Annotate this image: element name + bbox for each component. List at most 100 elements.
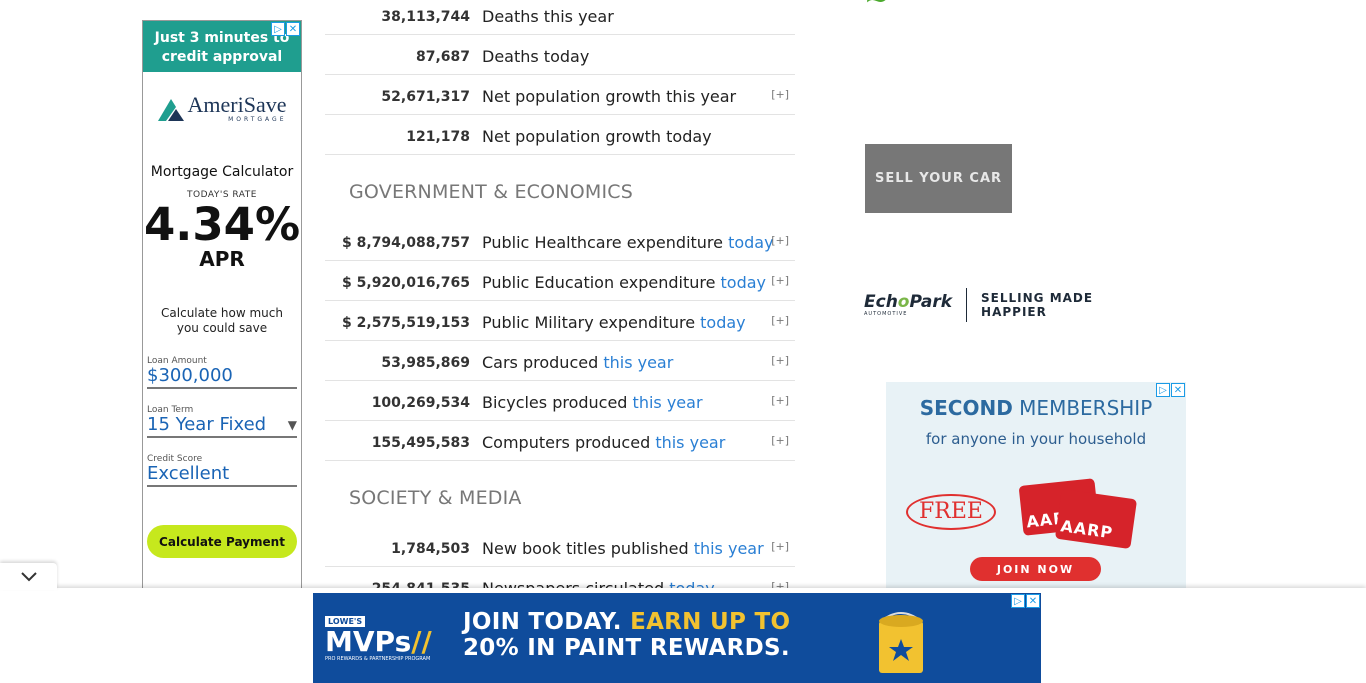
aarp-subheadline: for anyone in your household (925, 430, 1147, 448)
credit-score-value[interactable]: Excellent (147, 464, 229, 484)
counter-label: Deaths today (482, 47, 589, 66)
period-link[interactable]: today (700, 313, 746, 332)
counter-label: New book titles published this year (482, 539, 764, 558)
expand-button[interactable]: [+] (771, 434, 789, 447)
expand-button[interactable]: [+] (771, 88, 789, 101)
counter-label-text: Net population growth today (482, 127, 712, 146)
counter-value: 121,178 (406, 129, 470, 145)
period-link[interactable]: this year (655, 433, 725, 452)
loan-term-value[interactable]: 15 Year Fixed (147, 415, 266, 435)
counter-label-text: Public Healthcare expenditure (482, 233, 729, 252)
ad-text-fragment: ~ (864, 0, 889, 17)
counter-label: Net population growth today (482, 127, 712, 146)
counter-label-text: Net population growth this year (482, 87, 737, 106)
expand-button[interactable]: [+] (771, 314, 789, 327)
counter-row: 87,687 Deaths today (325, 35, 795, 75)
counter-row: 155,495,583 Computers produced this year [… (325, 421, 795, 461)
aarp-headline: SECOND MEMBERSHIP (919, 396, 1153, 420)
expand-button[interactable]: [+] (771, 234, 789, 247)
counter-row: $ 2,575,519,153 Public Military expenditu… (325, 301, 795, 341)
counter-label: Bicycles produced this year (482, 393, 703, 412)
ad-choices[interactable]: ▷ ✕ (1156, 383, 1185, 397)
counter-label: Net population growth this year (482, 87, 736, 106)
rate-value: 4.34% (143, 198, 301, 251)
population-counters: 38,113,744 Deaths this year 87,687 Deaths t… (325, 0, 800, 155)
loan-amount-field[interactable]: Loan Amount $300,000 (147, 356, 297, 389)
echopark-ad[interactable]: EchoPark AUTOMOTIVE SELLING MADE HAPPIER (864, 287, 1164, 323)
collapse-ad-button[interactable] (0, 563, 57, 590)
counter-label-text: Cars produced (482, 353, 604, 372)
lowes-mvps-logo: LOWE'S MVPs// PRO REWARDS & PARTNERSHIP … (325, 616, 432, 662)
divider (966, 288, 968, 322)
lowes-headline: JOIN TODAY. EARN UP TO 20% IN PAINT REWA… (463, 609, 791, 661)
calculator-description: Calculate how much you could save (161, 306, 283, 335)
counter-row: $ 8,794,088,757 Public Healthcare expendi… (325, 221, 795, 261)
counter-label-text: Computers produced (482, 433, 656, 452)
counter-label-text: Public Military expenditure (482, 313, 701, 332)
counter-label: Public Healthcare expenditure today (482, 233, 774, 252)
join-now-button[interactable]: JOIN NOW (970, 557, 1101, 581)
section-title-society: SOCIETY & MEDIA (349, 487, 522, 509)
rate-unit: APR (199, 247, 245, 271)
period-link[interactable]: today (728, 233, 774, 252)
counter-label: Public Military expenditure today (482, 313, 746, 332)
expand-button[interactable]: [+] (771, 274, 789, 287)
period-link[interactable]: this year (633, 393, 703, 412)
counter-row: 38,113,744 Deaths this year (325, 0, 795, 35)
counter-row: 52,671,317 Net population growth this yea… (325, 75, 795, 115)
period-link[interactable]: today (721, 273, 767, 292)
counter-value: 100,269,534 (371, 395, 470, 411)
period-link[interactable]: this year (603, 353, 673, 372)
counter-label: Computers produced this year (482, 433, 725, 452)
section-title-government: GOVERNMENT & ECONOMICS (349, 181, 633, 203)
counter-label-text: Deaths today (482, 47, 590, 66)
counter-label: Cars produced this year (482, 353, 673, 372)
counter-label-text: Bicycles produced (482, 393, 633, 412)
counter-row: 1,784,503 New book titles published this … (325, 527, 795, 567)
counter-value: 1,784,503 (391, 541, 470, 557)
counter-value: $ 8,794,088,757 (342, 235, 470, 251)
aarp-ad[interactable]: ▷ ✕ SECOND MEMBERSHIP for anyone in your… (886, 382, 1186, 592)
lowes-ad[interactable]: LOWE'S MVPs// PRO REWARDS & PARTNERSHIP … (313, 593, 1041, 683)
brand-name: AmeriSave (187, 91, 287, 117)
calculate-payment-button[interactable]: Calculate Payment (147, 525, 297, 558)
section-header: GOVERNMENT & ECONOMICS (325, 155, 800, 221)
paint-bucket-icon (879, 612, 923, 673)
brand-sub: MORTGAGE (228, 115, 287, 123)
counter-label: Public Education expenditure today (482, 273, 766, 292)
echopark-tagline: SELLING MADE HAPPIER (981, 291, 1094, 319)
counter-label-text: Deaths this year (482, 7, 614, 26)
counter-label: Deaths this year (482, 7, 614, 26)
counter-value: $ 5,920,016,765 (342, 275, 470, 291)
echopark-logo: EchoPark (864, 291, 953, 312)
close-icon[interactable]: ✕ (1026, 594, 1040, 608)
ad-choices[interactable]: ▷ ✕ (271, 22, 300, 36)
adchoices-icon[interactable]: ▷ (1011, 594, 1025, 608)
period-link[interactable]: this year (694, 539, 764, 558)
close-icon[interactable]: ✕ (286, 22, 300, 36)
sell-your-car-button[interactable]: SELL YOUR CAR (865, 144, 1012, 213)
amerisave-logo-icon (157, 95, 184, 121)
calculator-title: Mortgage Calculator (150, 164, 294, 180)
adchoices-icon[interactable]: ▷ (271, 22, 285, 36)
counter-row: 100,269,534 Bicycles produced this year [+… (325, 381, 795, 421)
expand-button[interactable]: [+] (771, 354, 789, 367)
counters-column: 38,113,744 Deaths this year 87,687 Deaths t… (325, 0, 800, 607)
government-counters: $ 8,794,088,757 Public Healthcare expendi… (325, 221, 800, 461)
credit-score-field[interactable]: Credit Score Excellent (147, 454, 297, 487)
counter-row: 121,178 Net population growth today (325, 115, 795, 155)
counter-label-text: New book titles published (482, 539, 694, 558)
counter-value: 38,113,744 (381, 9, 470, 25)
loan-term-select[interactable]: Loan Term 15 Year Fixed ▼ (147, 405, 297, 438)
expand-button[interactable]: [+] (771, 394, 789, 407)
loan-amount-input[interactable]: $300,000 (147, 366, 233, 386)
ad-choices[interactable]: ▷ ✕ (1011, 594, 1040, 608)
counter-value: $ 2,575,519,153 (342, 315, 470, 331)
caret-down-icon[interactable]: ▼ (288, 415, 297, 435)
adchoices-icon[interactable]: ▷ (1156, 383, 1170, 397)
section-header: SOCIETY & MEDIA (325, 461, 800, 527)
amerisave-ad[interactable]: Just 3 minutes to credit approval ▷ ✕ Am… (142, 20, 302, 600)
chevron-down-icon[interactable] (20, 571, 37, 582)
expand-button[interactable]: [+] (771, 540, 789, 553)
close-icon[interactable]: ✕ (1171, 383, 1185, 397)
